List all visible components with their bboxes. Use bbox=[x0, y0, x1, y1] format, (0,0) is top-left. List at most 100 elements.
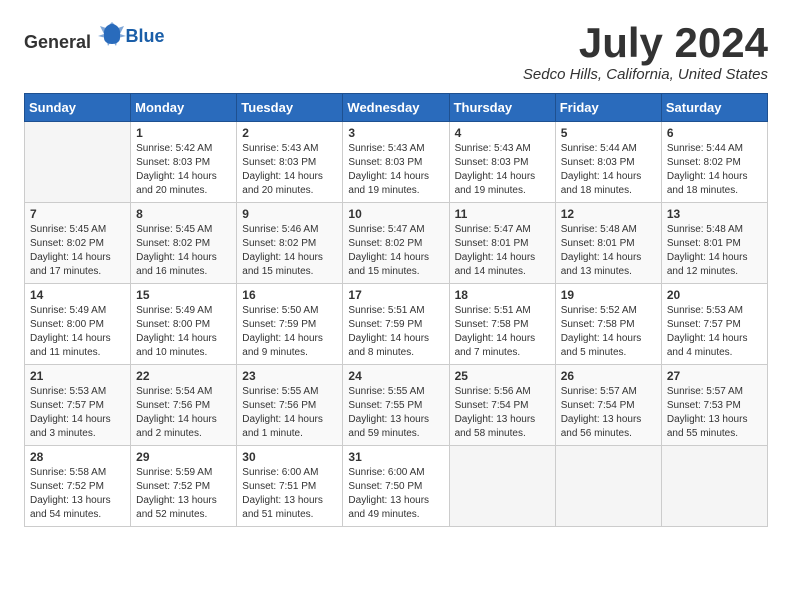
day-number: 19 bbox=[561, 288, 656, 302]
calendar-cell: 7 Sunrise: 5:45 AM Sunset: 8:02 PM Daylig… bbox=[25, 203, 131, 284]
calendar-table: SundayMondayTuesdayWednesdayThursdayFrid… bbox=[24, 93, 768, 527]
day-info: Sunrise: 5:43 AM Sunset: 8:03 PM Dayligh… bbox=[348, 142, 443, 198]
calendar-cell: 29 Sunrise: 5:59 AM Sunset: 7:52 PM Dayli… bbox=[131, 446, 237, 527]
header-tuesday: Tuesday bbox=[237, 94, 343, 122]
day-number: 14 bbox=[30, 288, 125, 302]
day-number: 11 bbox=[455, 207, 550, 221]
logo-icon bbox=[98, 20, 126, 48]
day-info: Sunrise: 5:46 AM Sunset: 8:02 PM Dayligh… bbox=[242, 223, 337, 279]
day-info: Sunrise: 5:47 AM Sunset: 8:02 PM Dayligh… bbox=[348, 223, 443, 279]
day-number: 31 bbox=[348, 450, 443, 464]
logo: General Blue bbox=[24, 20, 165, 53]
day-info: Sunrise: 5:43 AM Sunset: 8:03 PM Dayligh… bbox=[455, 142, 550, 198]
day-info: Sunrise: 5:45 AM Sunset: 8:02 PM Dayligh… bbox=[30, 223, 125, 279]
day-info: Sunrise: 5:52 AM Sunset: 7:58 PM Dayligh… bbox=[561, 304, 656, 360]
day-info: Sunrise: 6:00 AM Sunset: 7:51 PM Dayligh… bbox=[242, 466, 337, 522]
day-info: Sunrise: 5:43 AM Sunset: 8:03 PM Dayligh… bbox=[242, 142, 337, 198]
calendar-cell: 20 Sunrise: 5:53 AM Sunset: 7:57 PM Dayli… bbox=[661, 284, 767, 365]
calendar-cell: 27 Sunrise: 5:57 AM Sunset: 7:53 PM Dayli… bbox=[661, 365, 767, 446]
day-info: Sunrise: 5:51 AM Sunset: 7:59 PM Dayligh… bbox=[348, 304, 443, 360]
calendar-cell: 5 Sunrise: 5:44 AM Sunset: 8:03 PM Daylig… bbox=[555, 122, 661, 203]
calendar-cell bbox=[25, 122, 131, 203]
calendar-cell: 16Sunrise: 5:50 AM Sunset: 7:59 PM Dayli… bbox=[237, 284, 343, 365]
day-number: 20 bbox=[667, 288, 762, 302]
calendar-week-row: 7 Sunrise: 5:45 AM Sunset: 8:02 PM Daylig… bbox=[25, 203, 768, 284]
logo-general: General bbox=[24, 32, 91, 52]
calendar-cell: 25 Sunrise: 5:56 AM Sunset: 7:54 PM Dayli… bbox=[449, 365, 555, 446]
calendar-week-row: 21 Sunrise: 5:53 AM Sunset: 7:57 PM Dayli… bbox=[25, 365, 768, 446]
logo-blue: Blue bbox=[126, 26, 165, 46]
calendar-cell: 18 Sunrise: 5:51 AM Sunset: 7:58 PM Dayli… bbox=[449, 284, 555, 365]
day-info: Sunrise: 5:47 AM Sunset: 8:01 PM Dayligh… bbox=[455, 223, 550, 279]
day-number: 27 bbox=[667, 369, 762, 383]
calendar-cell: 3 Sunrise: 5:43 AM Sunset: 8:03 PM Daylig… bbox=[343, 122, 449, 203]
calendar-cell: 14 Sunrise: 5:49 AM Sunset: 8:00 PM Dayli… bbox=[25, 284, 131, 365]
day-number: 4 bbox=[455, 126, 550, 140]
day-info: Sunrise: 5:55 AM Sunset: 7:55 PM Dayligh… bbox=[348, 385, 443, 441]
day-number: 21 bbox=[30, 369, 125, 383]
calendar-cell: 31Sunrise: 6:00 AM Sunset: 7:50 PM Dayli… bbox=[343, 446, 449, 527]
day-number: 25 bbox=[455, 369, 550, 383]
header-wednesday: Wednesday bbox=[343, 94, 449, 122]
page-header: General Blue July 2024 Sedco Hills, Cali… bbox=[24, 20, 768, 83]
calendar-cell: 17 Sunrise: 5:51 AM Sunset: 7:59 PM Dayli… bbox=[343, 284, 449, 365]
day-info: Sunrise: 5:54 AM Sunset: 7:56 PM Dayligh… bbox=[136, 385, 231, 441]
calendar-cell: 2 Sunrise: 5:43 AM Sunset: 8:03 PM Daylig… bbox=[237, 122, 343, 203]
day-number: 29 bbox=[136, 450, 231, 464]
calendar-cell: 8Sunrise: 5:45 AM Sunset: 8:02 PM Daylig… bbox=[131, 203, 237, 284]
day-number: 5 bbox=[561, 126, 656, 140]
calendar-cell: 26 Sunrise: 5:57 AM Sunset: 7:54 PM Dayli… bbox=[555, 365, 661, 446]
header-friday: Friday bbox=[555, 94, 661, 122]
day-info: Sunrise: 5:55 AM Sunset: 7:56 PM Dayligh… bbox=[242, 385, 337, 441]
calendar-cell: 28 Sunrise: 5:58 AM Sunset: 7:52 PM Dayli… bbox=[25, 446, 131, 527]
calendar-cell bbox=[661, 446, 767, 527]
day-info: Sunrise: 5:57 AM Sunset: 7:53 PM Dayligh… bbox=[667, 385, 762, 441]
calendar-week-row: 14 Sunrise: 5:49 AM Sunset: 8:00 PM Dayli… bbox=[25, 284, 768, 365]
day-info: Sunrise: 5:59 AM Sunset: 7:52 PM Dayligh… bbox=[136, 466, 231, 522]
calendar-week-row: 1 Sunrise: 5:42 AM Sunset: 8:03 PM Daylig… bbox=[25, 122, 768, 203]
day-info: Sunrise: 5:44 AM Sunset: 8:03 PM Dayligh… bbox=[561, 142, 656, 198]
calendar-cell: 6 Sunrise: 5:44 AM Sunset: 8:02 PM Daylig… bbox=[661, 122, 767, 203]
day-number: 9 bbox=[242, 207, 337, 221]
day-info: Sunrise: 5:49 AM Sunset: 8:00 PM Dayligh… bbox=[30, 304, 125, 360]
day-info: Sunrise: 5:51 AM Sunset: 7:58 PM Dayligh… bbox=[455, 304, 550, 360]
day-info: Sunrise: 5:44 AM Sunset: 8:02 PM Dayligh… bbox=[667, 142, 762, 198]
calendar-header-row: SundayMondayTuesdayWednesdayThursdayFrid… bbox=[25, 94, 768, 122]
day-info: Sunrise: 5:56 AM Sunset: 7:54 PM Dayligh… bbox=[455, 385, 550, 441]
day-info: Sunrise: 5:58 AM Sunset: 7:52 PM Dayligh… bbox=[30, 466, 125, 522]
day-number: 12 bbox=[561, 207, 656, 221]
calendar-cell: 10 Sunrise: 5:47 AM Sunset: 8:02 PM Dayli… bbox=[343, 203, 449, 284]
day-number: 17 bbox=[348, 288, 443, 302]
day-info: Sunrise: 5:53 AM Sunset: 7:57 PM Dayligh… bbox=[30, 385, 125, 441]
header-thursday: Thursday bbox=[449, 94, 555, 122]
day-info: Sunrise: 5:57 AM Sunset: 7:54 PM Dayligh… bbox=[561, 385, 656, 441]
calendar-cell: 24Sunrise: 5:55 AM Sunset: 7:55 PM Dayli… bbox=[343, 365, 449, 446]
day-number: 1 bbox=[136, 126, 231, 140]
day-info: Sunrise: 5:53 AM Sunset: 7:57 PM Dayligh… bbox=[667, 304, 762, 360]
day-number: 18 bbox=[455, 288, 550, 302]
day-number: 10 bbox=[348, 207, 443, 221]
header-monday: Monday bbox=[131, 94, 237, 122]
day-info: Sunrise: 5:42 AM Sunset: 8:03 PM Dayligh… bbox=[136, 142, 231, 198]
calendar-cell: 15Sunrise: 5:49 AM Sunset: 8:00 PM Dayli… bbox=[131, 284, 237, 365]
calendar-cell: 19 Sunrise: 5:52 AM Sunset: 7:58 PM Dayli… bbox=[555, 284, 661, 365]
day-number: 15 bbox=[136, 288, 231, 302]
day-number: 8 bbox=[136, 207, 231, 221]
day-info: Sunrise: 5:48 AM Sunset: 8:01 PM Dayligh… bbox=[561, 223, 656, 279]
day-number: 2 bbox=[242, 126, 337, 140]
day-number: 23 bbox=[242, 369, 337, 383]
calendar-cell: 9 Sunrise: 5:46 AM Sunset: 8:02 PM Daylig… bbox=[237, 203, 343, 284]
calendar-cell: 22Sunrise: 5:54 AM Sunset: 7:56 PM Dayli… bbox=[131, 365, 237, 446]
calendar-cell: 23 Sunrise: 5:55 AM Sunset: 7:56 PM Dayli… bbox=[237, 365, 343, 446]
location-subtitle: Sedco Hills, California, United States bbox=[523, 66, 768, 83]
day-number: 28 bbox=[30, 450, 125, 464]
calendar-cell: 11 Sunrise: 5:47 AM Sunset: 8:01 PM Dayli… bbox=[449, 203, 555, 284]
day-number: 6 bbox=[667, 126, 762, 140]
day-number: 7 bbox=[30, 207, 125, 221]
calendar-cell: 12 Sunrise: 5:48 AM Sunset: 8:01 PM Dayli… bbox=[555, 203, 661, 284]
day-number: 26 bbox=[561, 369, 656, 383]
day-number: 3 bbox=[348, 126, 443, 140]
day-number: 30 bbox=[242, 450, 337, 464]
month-title: July 2024 bbox=[523, 20, 768, 66]
calendar-week-row: 28 Sunrise: 5:58 AM Sunset: 7:52 PM Dayli… bbox=[25, 446, 768, 527]
